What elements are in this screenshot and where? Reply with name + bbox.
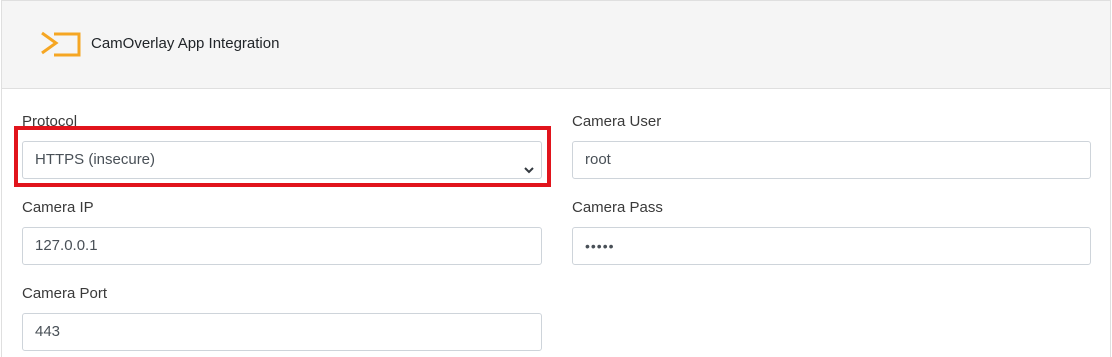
camera-ip-input[interactable]: 127.0.0.1 <box>22 227 542 265</box>
protocol-selected-value: HTTPS (insecure) <box>35 151 156 168</box>
page-title: CamOverlay App Integration <box>91 35 280 52</box>
camoverlay-logo-icon <box>40 31 82 57</box>
camera-ip-value: 127.0.0.1 <box>35 237 98 254</box>
card-header: CamOverlay App Integration <box>2 1 1110 89</box>
camera-pass-value: ••••• <box>585 238 615 254</box>
camera-ip-label: Camera IP <box>22 199 94 216</box>
camera-port-value: 443 <box>35 323 61 340</box>
camera-user-input[interactable]: root <box>572 141 1091 179</box>
camera-user-label: Camera User <box>572 113 662 130</box>
protocol-label: Protocol <box>22 113 78 130</box>
camera-port-input[interactable]: 443 <box>22 313 542 351</box>
camera-user-value: root <box>585 151 611 168</box>
camera-pass-label: Camera Pass <box>572 199 663 216</box>
integration-card: CamOverlay App Integration Protocol HTTP… <box>1 0 1111 357</box>
camera-pass-input[interactable]: ••••• <box>572 227 1091 265</box>
chevron-down-icon <box>523 154 535 174</box>
camera-port-label: Camera Port <box>22 285 108 302</box>
protocol-select[interactable]: HTTPS (insecure) <box>22 141 542 179</box>
